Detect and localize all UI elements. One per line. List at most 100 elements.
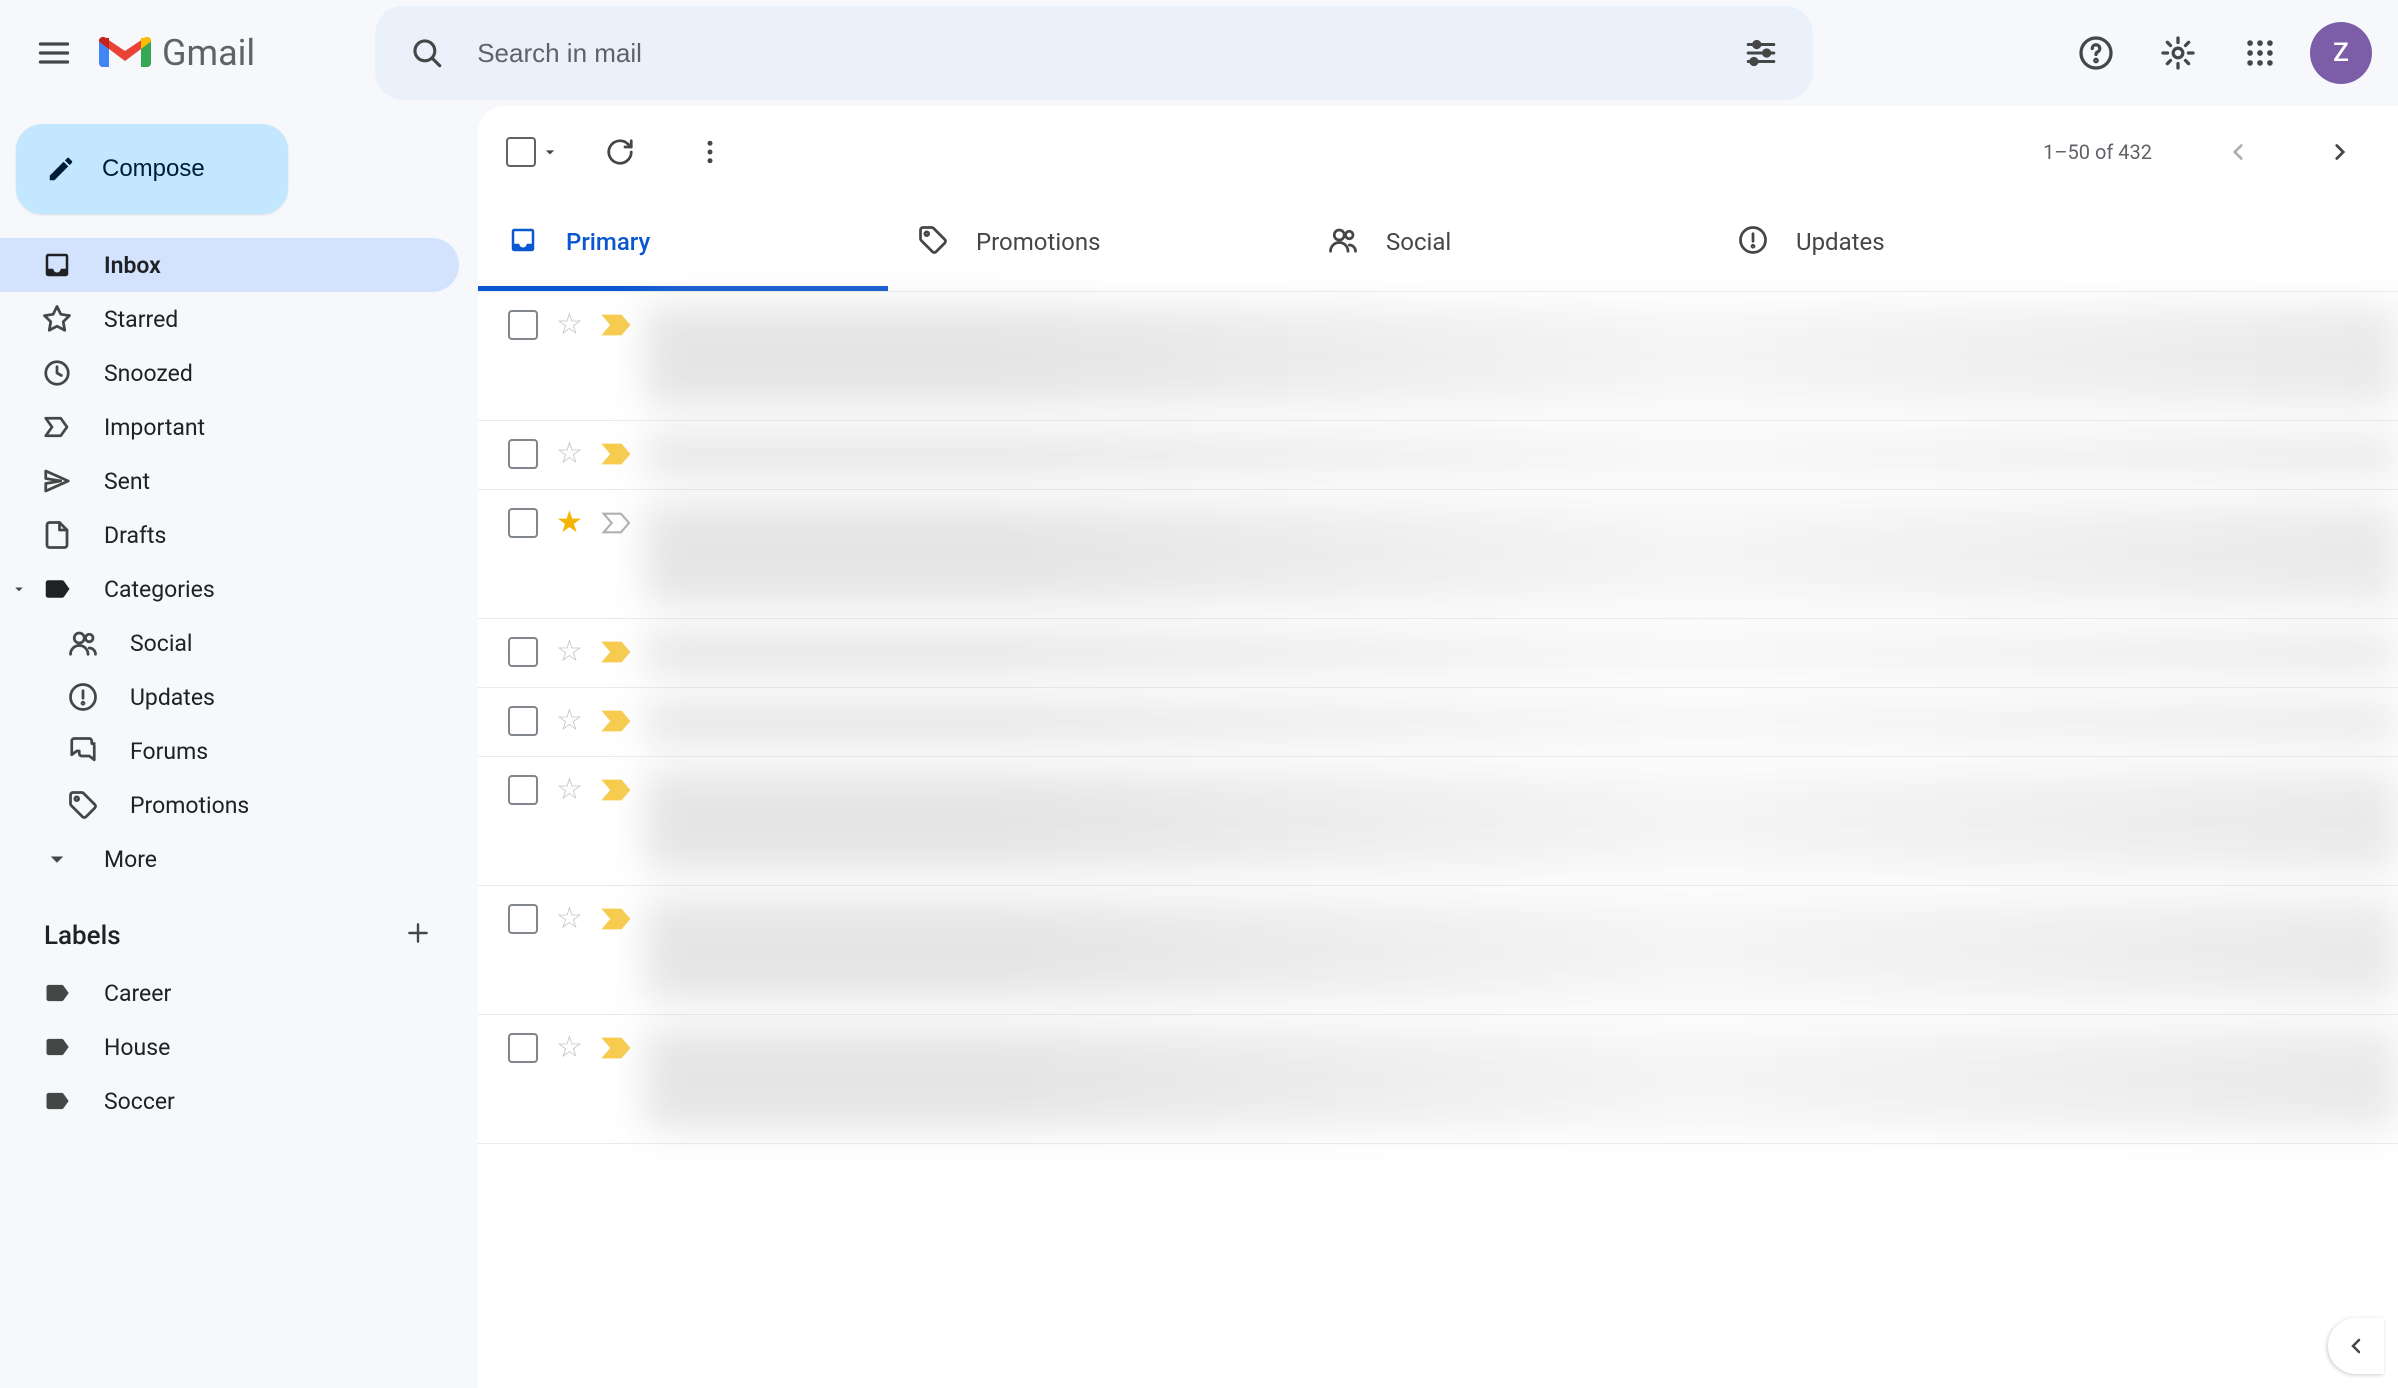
important-marker[interactable] xyxy=(601,313,633,337)
caret-down-icon[interactable] xyxy=(540,142,560,162)
important-marker[interactable] xyxy=(601,511,633,535)
mail-row[interactable]: ☆ xyxy=(478,421,2398,490)
tab-social[interactable]: Social xyxy=(1298,198,1708,291)
mail-content-blurred xyxy=(645,504,2398,604)
star-toggle[interactable]: ☆ xyxy=(556,904,583,934)
search-input[interactable] xyxy=(477,38,1711,69)
category-tabs: Primary Promotions Social Updates xyxy=(478,198,2398,292)
mail-content-blurred xyxy=(645,435,2398,475)
star-toggle[interactable]: ☆ xyxy=(556,706,583,736)
row-checkbox[interactable] xyxy=(508,310,538,340)
nav-sub-promotions[interactable]: Promotions xyxy=(0,778,459,832)
nav-more[interactable]: More xyxy=(0,832,459,886)
row-checkbox[interactable] xyxy=(508,439,538,469)
nav-sent[interactable]: Sent xyxy=(0,454,459,508)
important-marker[interactable] xyxy=(601,778,633,802)
important-marker[interactable] xyxy=(601,907,633,931)
refresh-button[interactable] xyxy=(590,122,650,182)
tab-label: Primary xyxy=(566,228,650,256)
toolbar: 1–50 of 432 xyxy=(478,106,2398,198)
label-icon xyxy=(40,1084,74,1118)
nav-categories[interactable]: Categories xyxy=(0,562,459,616)
nav-label: Sent xyxy=(104,468,150,495)
forums-icon xyxy=(66,734,100,768)
labels-title: Labels xyxy=(44,921,121,951)
search-options-icon[interactable] xyxy=(1729,21,1793,85)
row-checkbox[interactable] xyxy=(508,1033,538,1063)
label-item[interactable]: Career xyxy=(0,966,459,1020)
nav-sub-forums[interactable]: Forums xyxy=(0,724,459,778)
search-icon[interactable] xyxy=(395,21,459,85)
nav-drafts[interactable]: Drafts xyxy=(0,508,459,562)
gmail-logo[interactable]: Gmail xyxy=(98,32,255,74)
important-marker[interactable] xyxy=(601,1036,633,1060)
apps-button[interactable] xyxy=(2228,21,2292,85)
star-toggle[interactable]: ☆ xyxy=(556,439,583,469)
mail-row[interactable]: ☆ xyxy=(478,886,2398,1015)
row-checkbox[interactable] xyxy=(508,706,538,736)
inbox-icon xyxy=(40,248,74,282)
social-icon xyxy=(1328,225,1362,259)
mail-row[interactable]: ★ xyxy=(478,490,2398,619)
row-controls: ☆ xyxy=(508,633,633,667)
gmail-icon xyxy=(98,33,152,73)
important-marker[interactable] xyxy=(601,442,633,466)
more-vert-icon xyxy=(695,137,725,167)
row-checkbox[interactable] xyxy=(508,904,538,934)
row-checkbox[interactable] xyxy=(508,775,538,805)
star-toggle[interactable]: ☆ xyxy=(556,1033,583,1063)
nav-inbox[interactable]: Inbox xyxy=(0,238,459,292)
star-toggle[interactable]: ★ xyxy=(556,508,583,538)
row-controls: ☆ xyxy=(508,435,633,469)
label-item[interactable]: House xyxy=(0,1020,459,1074)
nav-sub-updates[interactable]: Updates xyxy=(0,670,459,724)
compose-label: Compose xyxy=(102,155,205,183)
mail-row[interactable]: ☆ xyxy=(478,619,2398,688)
mail-row[interactable]: ☆ xyxy=(478,1015,2398,1144)
main-menu-button[interactable] xyxy=(18,17,90,89)
row-controls: ☆ xyxy=(508,702,633,736)
chevron-left-icon xyxy=(2225,139,2251,165)
plus-icon xyxy=(405,920,431,946)
star-icon xyxy=(40,302,74,336)
add-label-button[interactable] xyxy=(398,916,438,956)
side-panel-toggle[interactable] xyxy=(2328,1318,2384,1374)
row-checkbox[interactable] xyxy=(508,637,538,667)
important-marker[interactable] xyxy=(601,640,633,664)
mail-row[interactable]: ☆ xyxy=(478,292,2398,421)
clock-icon xyxy=(40,356,74,390)
star-toggle[interactable]: ☆ xyxy=(556,775,583,805)
chevron-down-icon xyxy=(10,577,34,601)
tab-primary[interactable]: Primary xyxy=(478,198,888,291)
nav-starred[interactable]: Starred xyxy=(0,292,459,346)
nav-important[interactable]: Important xyxy=(0,400,459,454)
mail-row[interactable]: ☆ xyxy=(478,757,2398,886)
row-controls: ☆ xyxy=(508,900,633,934)
page-info: 1–50 of 432 xyxy=(2043,140,2152,164)
label-name: Career xyxy=(104,980,171,1007)
label-item[interactable]: Soccer xyxy=(0,1074,459,1128)
important-marker[interactable] xyxy=(601,709,633,733)
tab-promotions[interactable]: Promotions xyxy=(888,198,1298,291)
tab-updates[interactable]: Updates xyxy=(1708,198,2118,291)
support-button[interactable] xyxy=(2064,21,2128,85)
star-toggle[interactable]: ☆ xyxy=(556,310,583,340)
select-all[interactable] xyxy=(506,137,560,167)
label-name: House xyxy=(104,1034,170,1061)
tab-label: Updates xyxy=(1796,228,1885,256)
account-avatar[interactable]: Z xyxy=(2310,22,2372,84)
more-actions-button[interactable] xyxy=(680,122,740,182)
updates-icon xyxy=(1738,225,1772,259)
mail-row[interactable]: ☆ xyxy=(478,688,2398,757)
nav-snoozed[interactable]: Snoozed xyxy=(0,346,459,400)
select-all-checkbox[interactable] xyxy=(506,137,536,167)
nav-label: Social xyxy=(130,630,193,657)
settings-button[interactable] xyxy=(2146,21,2210,85)
label-icon xyxy=(40,572,74,606)
star-toggle[interactable]: ☆ xyxy=(556,637,583,667)
compose-button[interactable]: Compose xyxy=(16,124,288,214)
nav-sub-social[interactable]: Social xyxy=(0,616,459,670)
row-checkbox[interactable] xyxy=(508,508,538,538)
next-page-button[interactable] xyxy=(2310,122,2370,182)
prev-page-button[interactable] xyxy=(2208,122,2268,182)
